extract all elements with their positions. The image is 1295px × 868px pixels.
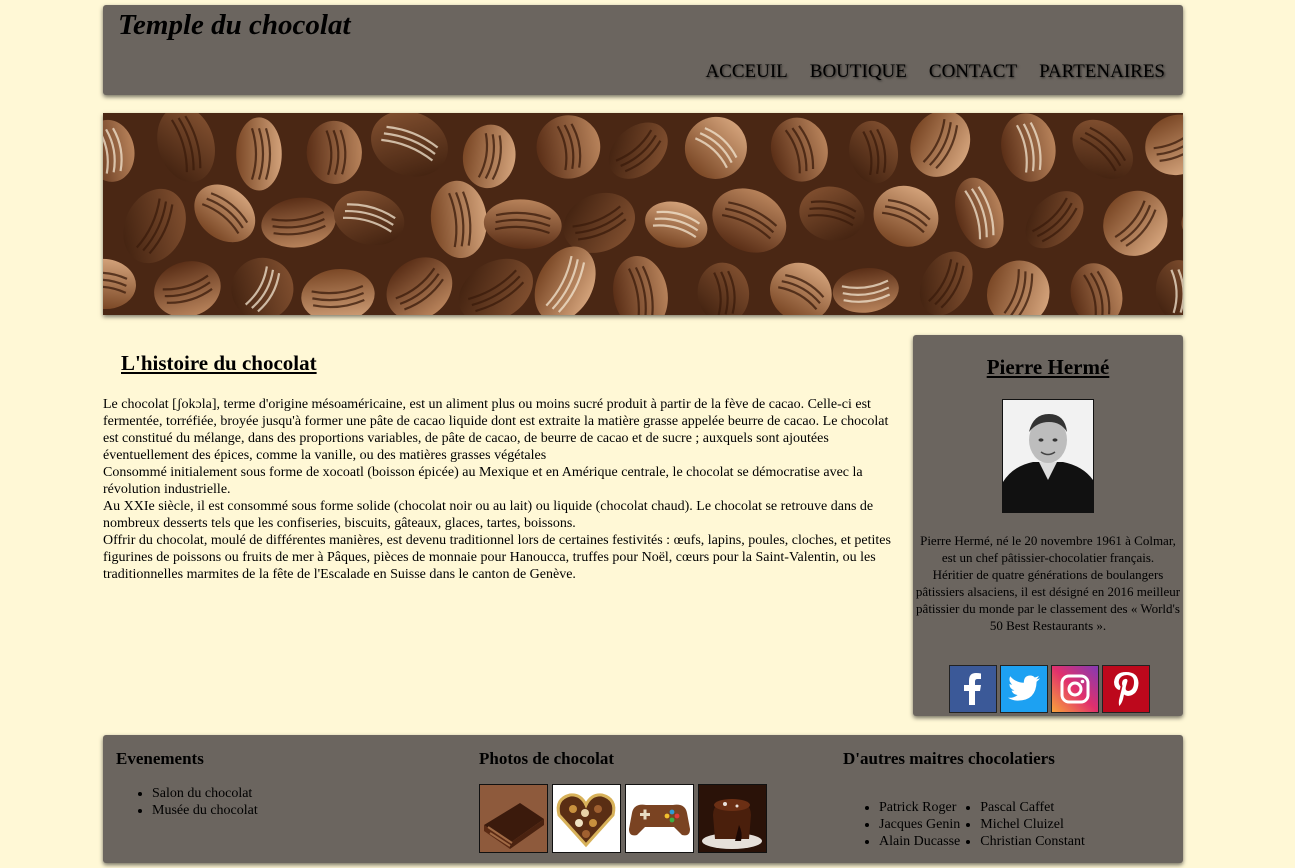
article-paragraph: Consommé initialement sous forme de xoco… [103, 465, 863, 497]
masters-title: D'autres maitres chocolatiers [843, 749, 1055, 768]
list-item: Pascal Caffet [980, 799, 1085, 816]
photo-thumbnail-chocolate-cake[interactable] [479, 784, 548, 853]
twitter-icon[interactable] [1000, 665, 1048, 713]
article-paragraph: Le chocolat [ʃokɔla], terme d'origine mé… [103, 397, 889, 463]
masters-lists: Patrick Roger Jacques Genin Alain Ducass… [843, 799, 1085, 850]
list-item: Musée du chocolat [152, 802, 258, 819]
article-paragraph: Offrir du chocolat, moulé de différentes… [103, 533, 891, 582]
event-link[interactable]: Salon du chocolat [152, 786, 252, 801]
list-item: Michel Cluizel [980, 816, 1085, 833]
chef-bio: Pierre Hermé, né le 20 novembre 1961 à C… [915, 532, 1181, 634]
master-link[interactable]: Patrick Roger [879, 800, 956, 815]
nav-boutique[interactable]: BOUTIQUE [810, 61, 907, 83]
masters-list-right: Pascal Caffet Michel Cluizel Christian C… [960, 799, 1085, 850]
chef-portrait [1002, 399, 1094, 513]
list-item: Alain Ducasse [879, 833, 960, 850]
instagram-icon[interactable] [1051, 665, 1099, 713]
bio-paragraph: Héritier de quatre générations de boulan… [915, 567, 1181, 633]
nav-accueil[interactable]: ACCEUIL [705, 61, 787, 83]
nav-contact[interactable]: CONTACT [929, 61, 1017, 83]
article-title: L'histoire du chocolat [121, 351, 317, 375]
photo-thumbnails [479, 784, 767, 853]
master-link[interactable]: Jacques Genin [879, 817, 960, 832]
facebook-icon[interactable] [949, 665, 997, 713]
history-article: L'histoire du chocolat Le chocolat [ʃokɔ… [103, 335, 898, 583]
article-body: Le chocolat [ʃokɔla], terme d'origine mé… [103, 396, 898, 583]
site-footer: Evenements Salon du chocolat Musée du ch… [103, 735, 1183, 863]
list-item: Patrick Roger [879, 799, 960, 816]
master-link[interactable]: Pascal Caffet [980, 800, 1054, 815]
chef-sidebar: Pierre Hermé Pierre Hermé, né le 20 nove… [913, 335, 1183, 716]
pinterest-icon[interactable] [1102, 665, 1150, 713]
list-item: Salon du chocolat [152, 785, 258, 802]
bio-paragraph: Pierre Hermé, né le 20 novembre 1961 à C… [920, 533, 1176, 565]
list-item: Jacques Genin [879, 816, 960, 833]
master-link[interactable]: Christian Constant [980, 834, 1085, 849]
photo-thumbnail-heart-box[interactable] [552, 784, 621, 853]
article-paragraph: Au XXIe siècle, il est consommé sous for… [103, 499, 874, 531]
events-title: Evenements [116, 749, 204, 768]
photos-section: Photos de chocolat [479, 749, 767, 853]
events-section: Evenements Salon du chocolat Musée du ch… [116, 749, 258, 819]
photo-thumbnail-chocolate-controller[interactable] [625, 784, 694, 853]
site-title[interactable]: Temple du chocolat [118, 9, 351, 42]
master-link[interactable]: Alain Ducasse [879, 834, 960, 849]
masters-section: D'autres maitres chocolatiers Patrick Ro… [843, 749, 1085, 850]
photos-title: Photos de chocolat [479, 749, 615, 768]
master-link[interactable]: Michel Cluizel [980, 817, 1064, 832]
nav-partenaires[interactable]: PARTENAIRES [1039, 61, 1165, 83]
social-links [949, 665, 1150, 713]
events-list: Salon du chocolat Musée du chocolat [116, 785, 258, 819]
main-nav: ACCEUIL BOUTIQUE CONTACT PARTENAIRES [705, 61, 1165, 83]
photo-thumbnail-lava-cake[interactable] [698, 784, 767, 853]
site-header: Temple du chocolat ACCEUIL BOUTIQUE CONT… [103, 5, 1183, 95]
masters-list-left: Patrick Roger Jacques Genin Alain Ducass… [843, 799, 960, 850]
sidebar-title[interactable]: Pierre Hermé [913, 355, 1183, 380]
list-item: Christian Constant [980, 833, 1085, 850]
event-link[interactable]: Musée du chocolat [152, 803, 258, 818]
chocolate-banner-image [103, 113, 1183, 315]
